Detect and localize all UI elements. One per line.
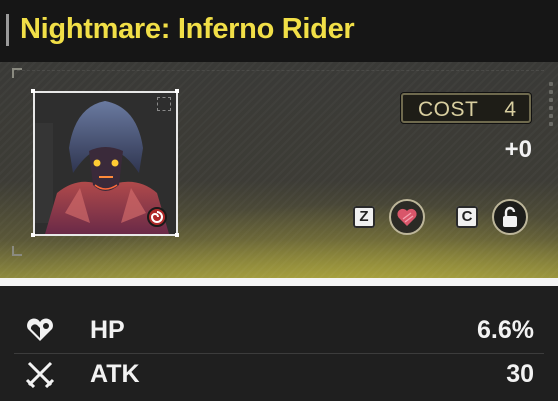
item-card-panel: COST 4 +0 Z C	[0, 62, 558, 278]
key-hint-z: Z	[353, 206, 375, 228]
cost-label: COST	[418, 98, 479, 121]
stat-value: 6.6%	[477, 316, 534, 344]
panel-corner-marker-bottom	[12, 246, 22, 256]
stat-row-atk: ATK 30	[0, 352, 558, 396]
cost-value: 4	[504, 98, 516, 121]
stat-row-hp: HP 6.6%	[0, 308, 558, 354]
heart-icon	[27, 318, 53, 341]
heart-icon	[397, 208, 417, 226]
section-divider	[0, 278, 558, 286]
stat-name: ATK	[90, 360, 140, 388]
spiral-element-icon	[147, 207, 167, 227]
title-accent-bar	[6, 14, 9, 46]
title-bar: Nightmare: Inferno Rider	[0, 0, 558, 62]
unlock-icon	[503, 206, 517, 227]
favorite-button[interactable]	[389, 199, 425, 235]
scroll-indicator[interactable]	[548, 82, 554, 142]
portrait-corner-badge	[157, 97, 171, 111]
item-portrait	[33, 91, 178, 236]
enhance-level: +0	[504, 136, 532, 163]
key-hint-c: C	[456, 206, 478, 228]
lock-button[interactable]	[492, 199, 528, 235]
cost-badge: COST 4	[401, 93, 531, 123]
panel-corner-marker	[12, 68, 22, 78]
stat-value: 30	[506, 360, 534, 388]
crossed-swords-icon	[25, 361, 55, 388]
stat-name: HP	[90, 316, 125, 344]
panel-top-line	[12, 70, 544, 73]
item-title: Nightmare: Inferno Rider	[20, 13, 355, 45]
